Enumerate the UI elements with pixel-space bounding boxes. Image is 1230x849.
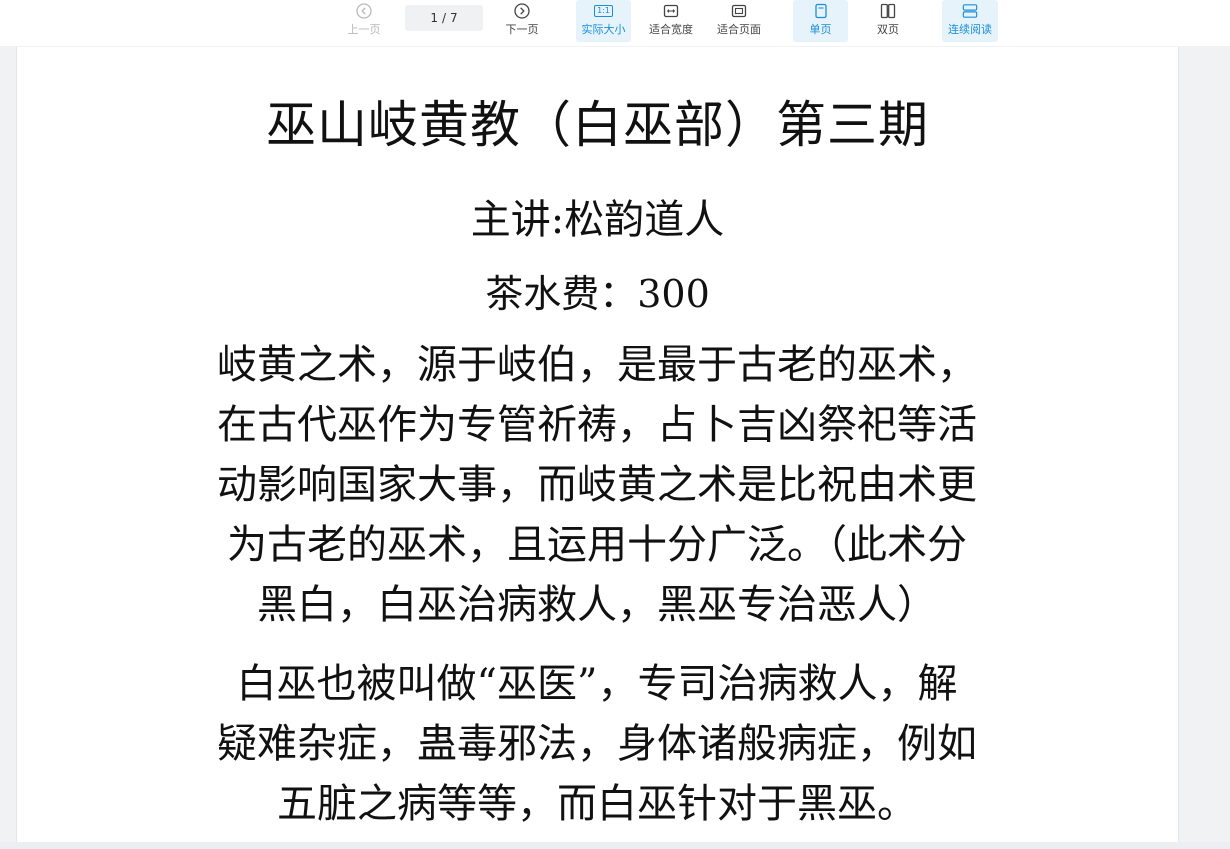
page-current: 1 [430, 11, 438, 25]
speaker-line: 主讲:松韵道人 [470, 197, 725, 243]
paragraph-1: 岐黄之术，源于岐伯，是最于古老的巫术， 在古代巫作为专管祈祷，占卜吉凶祭祀等活 … [187, 335, 1007, 635]
paragraph-2: 白巫也被叫做“巫医”，专司治病救人，解 疑难杂症，蛊毒邪法，身体诸般病症，例如 … [187, 654, 1007, 834]
document-page: 巫山岐黄教（白巫部）第三期 主讲:松韵道人 茶水费：300 岐黄之术，源于岐伯，… [16, 47, 1179, 842]
paragraph-line: 疑难杂症，蛊毒邪法，身体诸般病症，例如 [217, 721, 977, 767]
paragraph-line: 白巫也被叫做“巫医”，专司治病救人，解 [236, 661, 958, 707]
actual-size-icon-text: 1:1 [594, 5, 613, 17]
paragraph-line: 黑白，白巫治病救人，黑巫专治恶人） [257, 582, 937, 628]
page-number-input[interactable]: 1 / 7 [405, 5, 483, 31]
fit-width-button[interactable]: 适合宽度 [644, 0, 698, 42]
prev-page-label: 上一页 [347, 23, 381, 36]
fit-width-label: 适合宽度 [649, 23, 693, 36]
actual-size-label: 实际大小 [581, 23, 626, 36]
viewer-toolbar: 上一页 1 / 7 下一页 1:1 实际大小 适合宽度 适合页面 单页 双页 连… [0, 0, 1230, 46]
next-page-label: 下一页 [505, 23, 539, 36]
fit-page-icon [731, 3, 747, 19]
fit-page-label: 适合页面 [717, 23, 761, 36]
actual-size-button[interactable]: 1:1 实际大小 [576, 0, 631, 42]
next-page-button[interactable]: 下一页 [501, 0, 543, 42]
actual-size-icon: 1:1 [594, 3, 613, 19]
continuous-reading-icon [962, 3, 978, 19]
continuous-reading-label: 连续阅读 [948, 23, 992, 36]
fit-page-button[interactable]: 适合页面 [712, 0, 766, 42]
double-page-icon [880, 3, 896, 19]
page-separator: / [441, 11, 447, 25]
page-total: 7 [450, 11, 458, 25]
double-page-button[interactable]: 双页 [861, 0, 915, 42]
paragraph-line: 为古老的巫术，且运用十分广泛。（此术分 [227, 522, 967, 568]
viewer-bottom-edge [0, 842, 1230, 849]
single-page-button[interactable]: 单页 [793, 0, 848, 42]
double-page-label: 双页 [877, 23, 899, 36]
paragraph-line: 岐黄之术，源于岐伯，是最于古老的巫术， [217, 342, 977, 388]
page-title: 巫山岐黄教（白巫部）第三期 [266, 96, 929, 154]
chevron-right-circle-icon [514, 3, 530, 19]
single-page-label: 单页 [809, 23, 832, 36]
chevron-left-circle-icon [356, 3, 372, 19]
paragraph-line: 动影响国家大事，而岐黄之术是比祝由术更 [217, 462, 977, 508]
continuous-reading-button[interactable]: 连续阅读 [942, 0, 998, 42]
fit-width-icon [663, 3, 679, 19]
prev-page-button[interactable]: 上一页 [343, 0, 385, 42]
paragraph-line: 五脏之病等等，而白巫针对于黑巫。 [277, 781, 917, 827]
fee-line: 茶水费：300 [485, 272, 710, 316]
single-page-icon [813, 3, 829, 19]
paragraph-line: 在古代巫作为专管祈祷，占卜吉凶祭祀等活 [217, 402, 977, 448]
